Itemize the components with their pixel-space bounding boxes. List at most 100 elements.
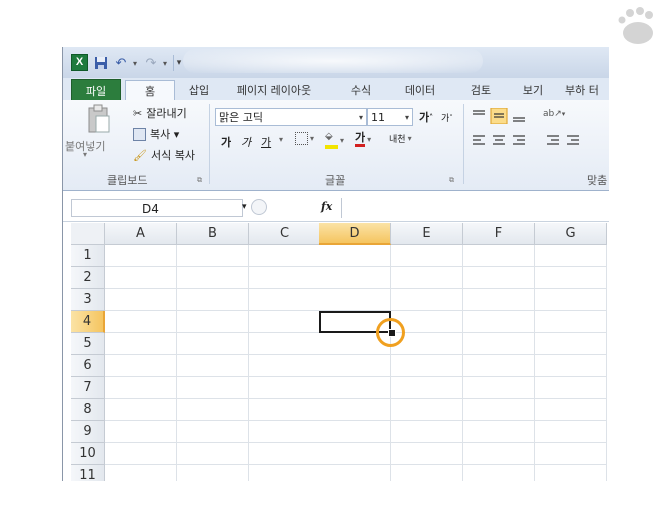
cell-g9[interactable] xyxy=(535,421,607,443)
cell-f9[interactable] xyxy=(463,421,535,443)
format-painter-button[interactable]: 🖌 서식 복사 xyxy=(133,147,195,163)
undo-icon[interactable]: ↶ xyxy=(113,55,129,71)
tab-page-layout[interactable]: 페이지 레이아웃 xyxy=(225,80,323,100)
column-header-f[interactable]: F xyxy=(463,223,535,245)
row-header-4[interactable]: 4 xyxy=(71,311,105,333)
cell-c8[interactable] xyxy=(249,399,321,421)
cell-e8[interactable] xyxy=(391,399,463,421)
cell-a3[interactable] xyxy=(105,289,177,311)
cell-b11[interactable] xyxy=(177,465,249,481)
cell-b7[interactable] xyxy=(177,377,249,399)
vertical-align-icons[interactable] xyxy=(471,108,535,124)
cell-a6[interactable] xyxy=(105,355,177,377)
cell-a7[interactable] xyxy=(105,377,177,399)
tab-insert[interactable]: 삽입 xyxy=(179,80,219,100)
column-header-d[interactable]: D xyxy=(319,223,391,245)
cell-f6[interactable] xyxy=(463,355,535,377)
tab-home[interactable]: 홈 xyxy=(125,80,175,101)
bold-button[interactable]: 가 xyxy=(221,134,231,150)
cell-d3[interactable] xyxy=(319,289,391,311)
shrink-font-button[interactable]: 가 ˅ xyxy=(441,111,453,125)
tab-more[interactable]: 부하 터 xyxy=(565,80,609,100)
column-header-b[interactable]: B xyxy=(177,223,249,245)
column-header-e[interactable]: E xyxy=(391,223,463,245)
cell-e2[interactable] xyxy=(391,267,463,289)
cell-f5[interactable] xyxy=(463,333,535,355)
cell-g11[interactable] xyxy=(535,465,607,481)
clipboard-launcher-icon[interactable]: ⧉ xyxy=(197,176,202,185)
cell-g7[interactable] xyxy=(535,377,607,399)
cell-g6[interactable] xyxy=(535,355,607,377)
italic-button[interactable]: 가 xyxy=(241,134,251,150)
grow-font-button[interactable]: 가 ˄ xyxy=(419,109,433,125)
cell-c7[interactable] xyxy=(249,377,321,399)
cell-g8[interactable] xyxy=(535,399,607,421)
cell-f7[interactable] xyxy=(463,377,535,399)
borders-button[interactable]: ▾ xyxy=(295,132,314,145)
cell-c9[interactable] xyxy=(249,421,321,443)
cell-c6[interactable] xyxy=(249,355,321,377)
cell-f8[interactable] xyxy=(463,399,535,421)
customize-toolbar-icon[interactable]: ▾ xyxy=(173,55,184,71)
horizontal-align-icons[interactable] xyxy=(471,134,535,148)
tab-data[interactable]: 데이터 xyxy=(393,80,447,100)
name-box-dropdown-icon[interactable]: ▾ xyxy=(242,202,247,212)
cell-g5[interactable] xyxy=(535,333,607,355)
cell-b1[interactable] xyxy=(177,245,249,267)
paste-dropdown-icon[interactable]: ▾ xyxy=(83,150,87,159)
row-header-8[interactable]: 8 xyxy=(71,399,105,421)
redo-icon[interactable]: ↷ xyxy=(143,55,159,71)
formula-bar-resize-handle[interactable] xyxy=(251,199,267,215)
cell-a10[interactable] xyxy=(105,443,177,465)
name-box[interactable]: D4 ▾ xyxy=(71,199,247,217)
formula-input[interactable] xyxy=(341,198,609,218)
cell-c3[interactable] xyxy=(249,289,321,311)
cell-d1[interactable] xyxy=(319,245,391,267)
fill-color-button[interactable]: ⬙ ▾ xyxy=(325,132,344,149)
cell-d11[interactable] xyxy=(319,465,391,481)
column-header-c[interactable]: C xyxy=(249,223,321,245)
column-header-a[interactable]: A xyxy=(105,223,177,245)
underline-button[interactable]: 가 xyxy=(261,134,271,150)
cell-c10[interactable] xyxy=(249,443,321,465)
row-header-1[interactable]: 1 xyxy=(71,245,105,267)
cell-f11[interactable] xyxy=(463,465,535,481)
cell-b10[interactable] xyxy=(177,443,249,465)
cell-f2[interactable] xyxy=(463,267,535,289)
cell-g2[interactable] xyxy=(535,267,607,289)
cell-d8[interactable] xyxy=(319,399,391,421)
cell-e3[interactable] xyxy=(391,289,463,311)
cell-c4[interactable] xyxy=(249,311,321,333)
row-header-7[interactable]: 7 xyxy=(71,377,105,399)
insert-function-button[interactable]: fx xyxy=(321,200,332,213)
cell-e10[interactable] xyxy=(391,443,463,465)
cell-b5[interactable] xyxy=(177,333,249,355)
cell-a1[interactable] xyxy=(105,245,177,267)
cell-a8[interactable] xyxy=(105,399,177,421)
cell-e11[interactable] xyxy=(391,465,463,481)
cell-c2[interactable] xyxy=(249,267,321,289)
cell-a11[interactable] xyxy=(105,465,177,481)
indent-icons[interactable] xyxy=(545,134,585,148)
cell-e6[interactable] xyxy=(391,355,463,377)
row-header-2[interactable]: 2 xyxy=(71,267,105,289)
cell-c1[interactable] xyxy=(249,245,321,267)
font-color-button[interactable]: 가 ▾ xyxy=(355,132,371,147)
cell-a4[interactable] xyxy=(105,311,177,333)
cell-g3[interactable] xyxy=(535,289,607,311)
cell-e9[interactable] xyxy=(391,421,463,443)
excel-app-icon[interactable]: X xyxy=(71,54,88,71)
cell-b6[interactable] xyxy=(177,355,249,377)
cell-a2[interactable] xyxy=(105,267,177,289)
cell-f4[interactable] xyxy=(463,311,535,333)
row-header-9[interactable]: 9 xyxy=(71,421,105,443)
undo-dropdown-icon[interactable]: ▾ xyxy=(131,55,139,71)
cell-b4[interactable] xyxy=(177,311,249,333)
cell-g10[interactable] xyxy=(535,443,607,465)
cell-f10[interactable] xyxy=(463,443,535,465)
font-launcher-icon[interactable]: ⧉ xyxy=(449,176,454,185)
cell-g4[interactable] xyxy=(535,311,607,333)
orientation-button[interactable]: ab↗ ▾ xyxy=(543,109,565,119)
phonetic-guide-button[interactable]: 내천 ▾ xyxy=(389,132,412,145)
row-header-10[interactable]: 10 xyxy=(71,443,105,465)
